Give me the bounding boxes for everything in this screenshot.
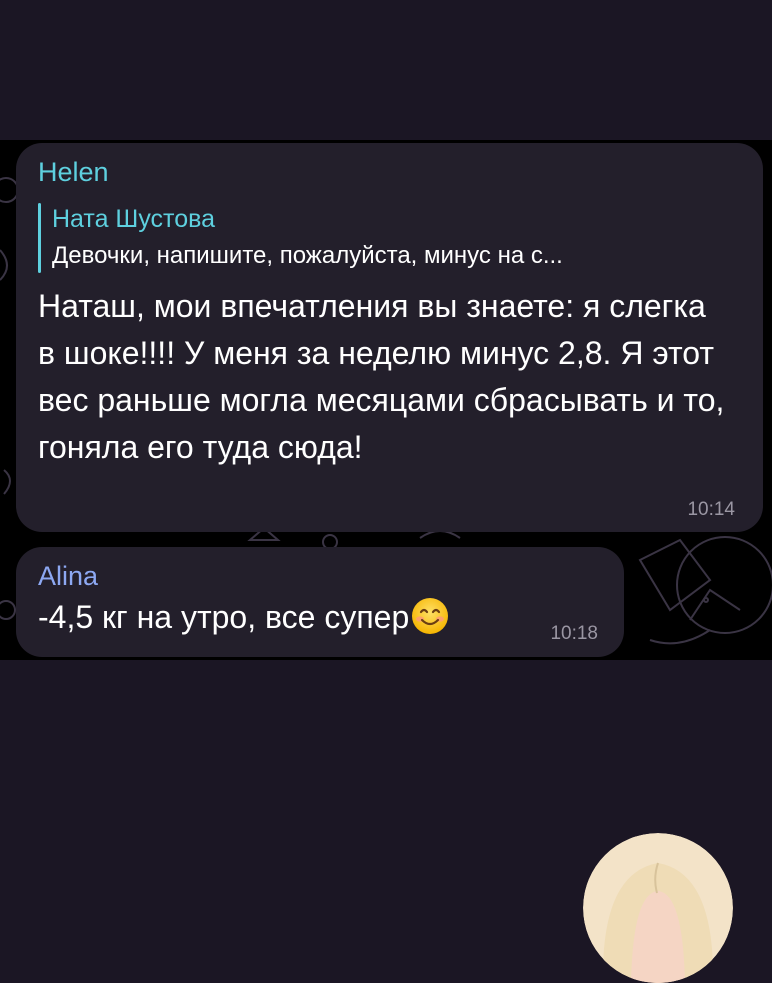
message-text: Наташ, мои впечатления вы знаете: я слег… [38, 288, 725, 465]
message-time: 10:14 [687, 499, 735, 520]
reply-bar [38, 203, 41, 273]
message-text: -4,5 кг на утро, все супер [38, 599, 410, 635]
reply-quote[interactable]: Ната Шустова Девочки, напишите, пожалуйс… [38, 201, 738, 275]
avatar[interactable] [583, 833, 733, 983]
chat-area[interactable]: Helen Ната Шустова Девочки, напишите, по… [0, 140, 772, 660]
message-bubble-alina[interactable]: Alina -4,5 кг на утро, все супер 10:18 [16, 547, 624, 657]
message-time: 10:18 [550, 623, 598, 644]
smiling-face-icon [411, 597, 449, 648]
reply-preview-text: Девочки, напишите, пожалуйста, минус на … [52, 242, 563, 269]
message-text-line: -4,5 кг на утро, все супер [38, 594, 449, 648]
sender-name[interactable]: Alina [38, 561, 98, 591]
sender-name[interactable]: Helen [38, 157, 109, 187]
message-bubble-helen[interactable]: Helen Ната Шустова Девочки, напишите, по… [16, 143, 763, 532]
reply-sender-name: Ната Шустова [52, 205, 216, 233]
